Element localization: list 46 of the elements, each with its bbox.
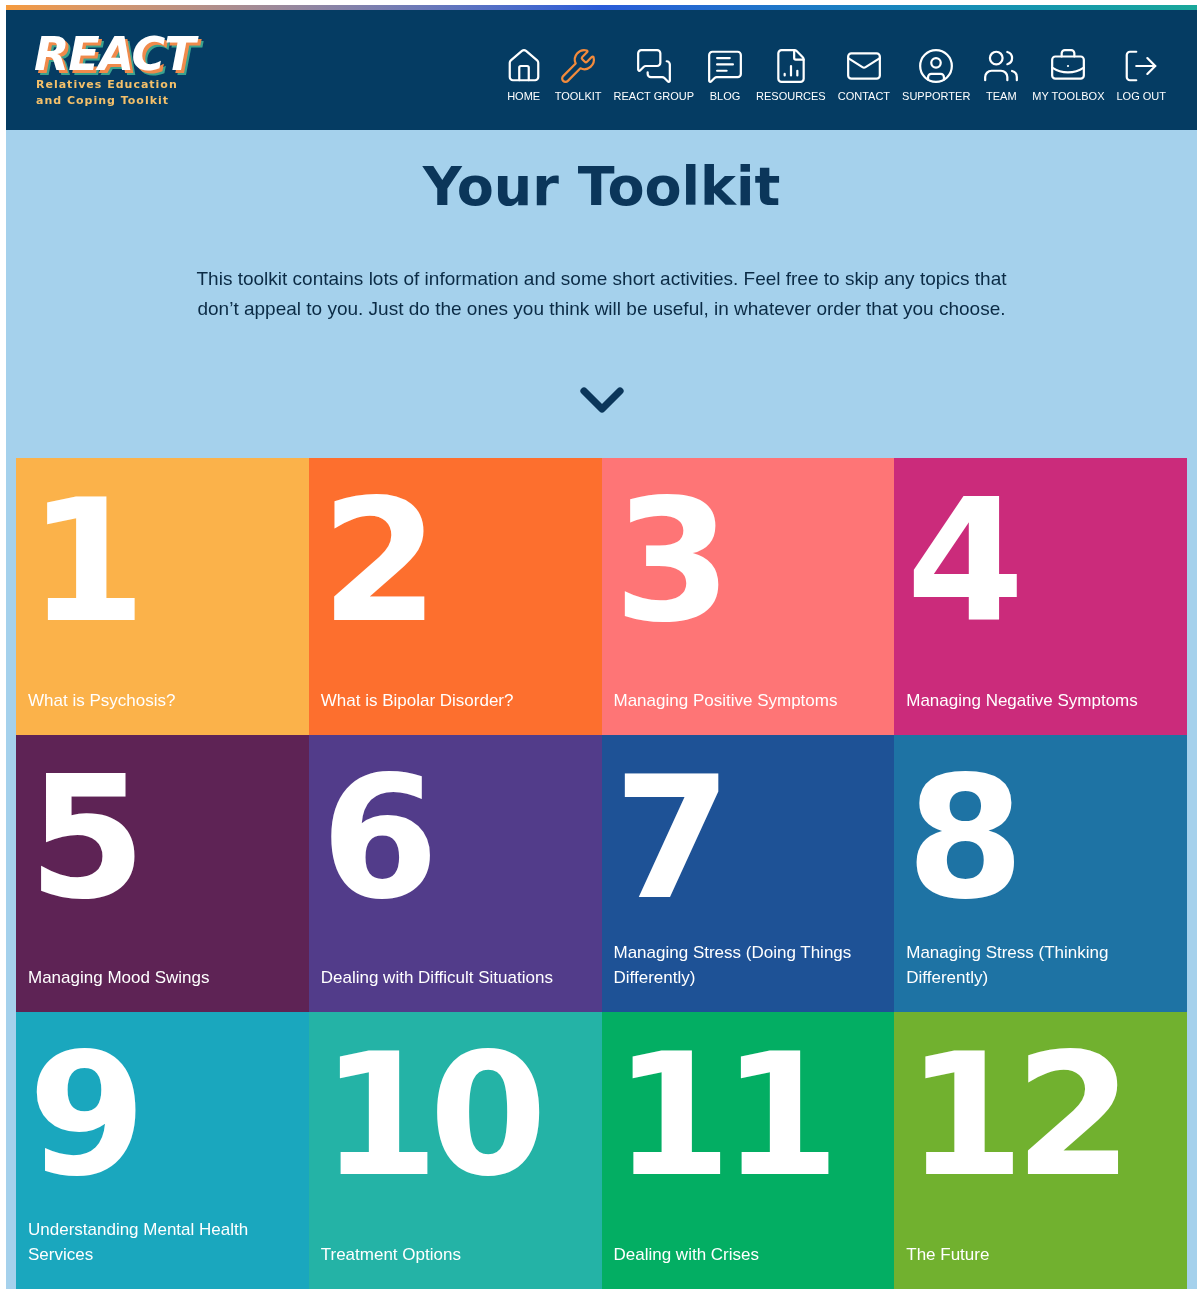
topic-title: Managing Positive Symptoms <box>613 690 839 712</box>
nav-item[interactable]: RESOURCES <box>751 46 831 102</box>
logo-tagline: Relatives Education <box>35 77 178 93</box>
topic-title: Managing Negative Symptoms <box>906 690 1139 712</box>
topic-title: Understanding Mental Health Services <box>28 1219 250 1266</box>
topic-title: Managing Mood Swings <box>28 967 211 989</box>
logo-tagline: and Coping Toolkit <box>35 93 170 109</box>
intro-text: This toolkit contains lots of information and some short activities. Feel free to skip any topics that don’t appeal to you. Just do the ones you think will be useful, in whatever order that you choose. <box>195 267 1008 321</box>
topic-title: The Future <box>906 1244 991 1266</box>
topic-number: 4 <box>906 486 1015 636</box>
topic-number: 10 <box>320 1040 538 1190</box>
topic-tile[interactable]: 6 Dealing with Difficult Situations <box>308 735 602 1012</box>
topic-number: 11 <box>613 1040 831 1190</box>
topic-number: 5 <box>28 763 137 913</box>
topic-number: 9 <box>28 1040 137 1190</box>
nav-item[interactable]: SUPPORTER <box>897 46 976 102</box>
topic-title: What is Bipolar Disorder? <box>320 690 515 712</box>
topic-tile[interactable]: 4 Managing Negative Symptoms <box>894 458 1187 735</box>
topic-title: Managing Stress (Thinking Differently) <box>906 942 1110 989</box>
topic-number: 12 <box>906 1040 1123 1190</box>
topic-title: Managing Stress (Doing Things Differently) <box>613 942 853 989</box>
topic-number: 8 <box>906 763 1015 913</box>
nav-item[interactable]: TEAM <box>977 46 1026 102</box>
topic-number: 7 <box>613 763 722 913</box>
speech-bubbles-icon <box>634 46 673 85</box>
topic-title: Treatment Options <box>320 1244 462 1266</box>
topic-title: What is Psychosis? <box>28 690 177 712</box>
nav-item[interactable]: TOOLKIT <box>549 46 607 102</box>
page-title: Your Toolkit <box>422 160 781 214</box>
nav-item[interactable]: MY TOOLBOX <box>1027 46 1110 102</box>
topic-tile[interactable]: 7 Managing Stress (Doing Things Differently) <box>601 735 895 1012</box>
user-circle-icon <box>917 46 956 85</box>
topic-title: Dealing with Crises <box>613 1244 760 1266</box>
topic-number: 1 <box>28 486 137 636</box>
topic-number: 2 <box>320 486 430 636</box>
nav-item[interactable]: BLOG <box>701 46 750 102</box>
topic-number: 3 <box>613 486 722 636</box>
topic-tile[interactable]: 8 Managing Stress (Thinking Differently) <box>894 735 1187 1012</box>
topic-tile[interactable]: 5 Managing Mood Swings <box>16 735 309 1012</box>
topic-number: 6 <box>320 763 430 913</box>
nav-item[interactable]: LOG OUT <box>1111 46 1171 102</box>
nav-item[interactable]: REACT GROUP <box>608 46 700 102</box>
wrench-icon <box>559 46 598 85</box>
nav-item[interactable]: HOME <box>499 46 548 102</box>
topic-title: Dealing with Difficult Situations <box>320 967 554 989</box>
nav-item[interactable]: CONTACT <box>832 46 896 102</box>
